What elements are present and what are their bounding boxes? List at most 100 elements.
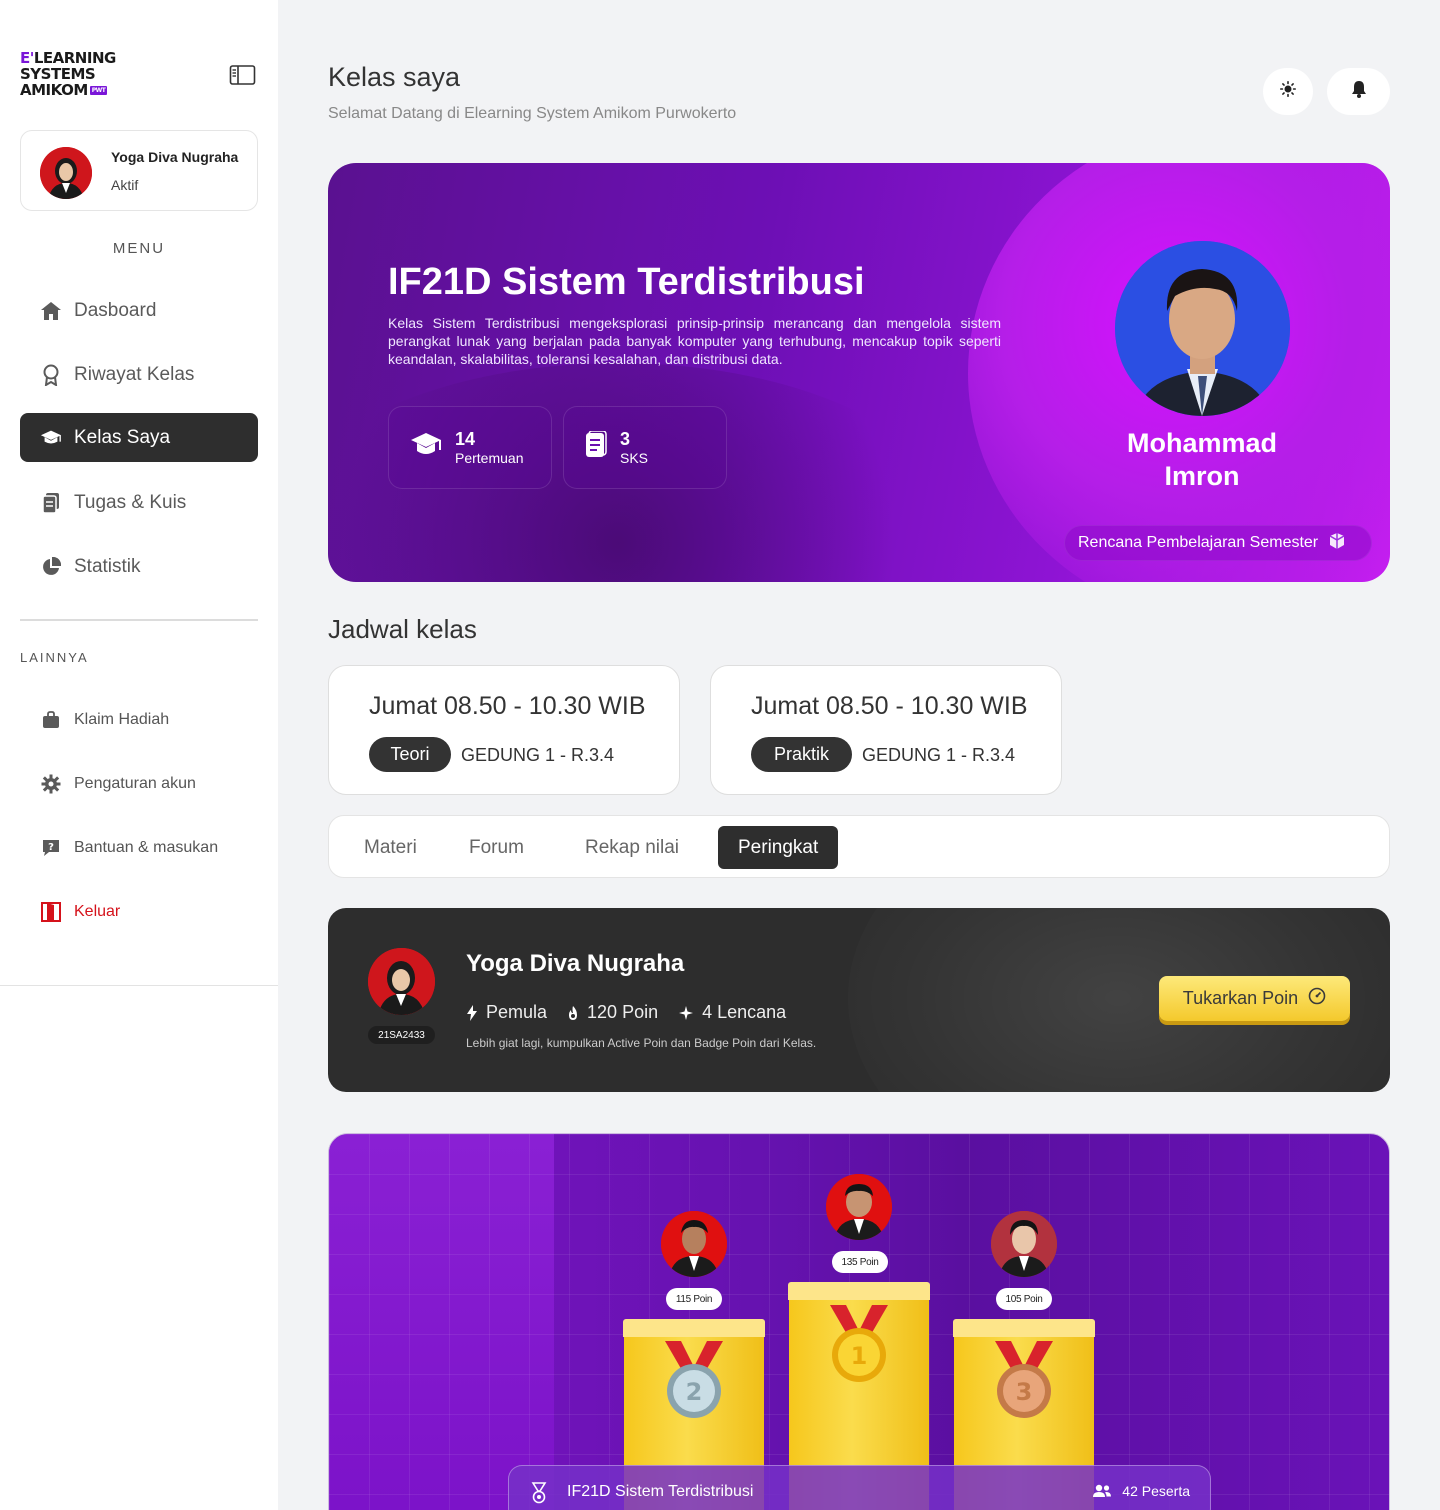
meetings-label: Pertemuan bbox=[455, 450, 524, 466]
trophy-medal-icon bbox=[531, 1482, 547, 1509]
svg-text:1: 1 bbox=[851, 1342, 868, 1370]
schedule-card: Jumat 08.50 - 10.30 WIB Teori GEDUNG 1 -… bbox=[328, 665, 680, 795]
home-icon bbox=[40, 300, 62, 322]
course-hero-card: IF21D Sistem Terdistribusi Kelas Sistem … bbox=[328, 163, 1390, 582]
badges-stat: 4 Lencana bbox=[678, 1002, 786, 1023]
rps-button[interactable]: Rencana Pembelajaran Semester bbox=[1064, 525, 1372, 561]
profile-card[interactable]: Yoga Diva Nugraha Aktif bbox=[20, 130, 258, 211]
points-stats: Pemula 120 Poin 4 Lencana bbox=[466, 1002, 786, 1023]
page-title: Kelas saya bbox=[328, 62, 461, 92]
schedule-room: GEDUNG 1 - R.3.4 bbox=[862, 745, 1016, 765]
page-subtitle: Selamat Datang di Elearning System Amiko… bbox=[328, 105, 737, 122]
sidebar-item-label: Keluar bbox=[74, 902, 121, 920]
bronze-medal-icon: 3 bbox=[995, 1341, 1053, 1418]
sidebar-item-pengaturan-akun[interactable]: Pengaturan akun bbox=[20, 759, 258, 808]
sidebar-item-statistik[interactable]: Statistik bbox=[20, 542, 258, 591]
rank-2-avatar[interactable] bbox=[661, 1211, 727, 1277]
cube-icon bbox=[1328, 532, 1346, 555]
svg-text:?: ? bbox=[48, 842, 54, 853]
sparkle-icon bbox=[679, 1005, 694, 1020]
schedule-type-badge[interactable]: Praktik bbox=[751, 737, 852, 772]
sidebar-item-label: Kelas Saya bbox=[74, 426, 171, 448]
sun-icon bbox=[1280, 81, 1296, 102]
schedule-room: GEDUNG 1 - R.3.4 bbox=[461, 745, 615, 765]
schedule-time: Jumat 08.50 - 10.30 WIB bbox=[751, 692, 1028, 720]
award-icon bbox=[40, 364, 62, 386]
profile-name: Yoga Diva Nugraha bbox=[111, 149, 239, 165]
sidebar-item-bantuan-masukan[interactable]: ? Bantuan & masukan bbox=[20, 823, 258, 872]
sidebar-item-dasboard[interactable]: Dasboard bbox=[20, 286, 258, 335]
rank-2-points: 115 Poin bbox=[666, 1288, 722, 1310]
book-icon bbox=[584, 430, 608, 464]
app-logo[interactable]: E'LEARNING SYSTEMS AMIKOM PWT bbox=[20, 50, 116, 98]
menu-section-title: MENU bbox=[112, 240, 166, 257]
bell-icon bbox=[1351, 80, 1367, 103]
sidebar-item-klaim-hadiah[interactable]: Klaim Hadiah bbox=[20, 695, 258, 744]
course-tabs: Materi Forum Rekap nilai Peringkat bbox=[328, 815, 1390, 878]
sidebar-item-label: Statistik bbox=[74, 555, 141, 577]
sidebar-item-label: Riwayat Kelas bbox=[74, 363, 195, 385]
logout-door-icon bbox=[40, 901, 62, 923]
avatar bbox=[40, 147, 92, 199]
users-icon bbox=[1093, 1484, 1112, 1497]
tab-rekap-nilai[interactable]: Rekap nilai bbox=[585, 826, 679, 869]
sidebar-item-riwayat-kelas[interactable]: Riwayat Kelas bbox=[20, 350, 258, 399]
avatar bbox=[368, 948, 435, 1015]
sidebar-item-label: Pengaturan akun bbox=[74, 774, 196, 792]
gold-medal-icon: 1 bbox=[830, 1305, 888, 1382]
svg-text:3: 3 bbox=[1016, 1378, 1033, 1406]
documents-icon bbox=[40, 492, 62, 514]
meetings-count: 14 bbox=[455, 429, 476, 449]
sidebar-toggle-icon[interactable] bbox=[229, 64, 256, 86]
other-section-title: LAINNYA bbox=[20, 650, 89, 665]
fire-icon bbox=[569, 1005, 578, 1020]
svg-text:2: 2 bbox=[686, 1378, 703, 1406]
sidebar-bottom-divider bbox=[0, 985, 278, 986]
points-note: Lebih giat lagi, kumpulkan Active Poin d… bbox=[466, 1036, 817, 1050]
sidebar-item-kelas-saya[interactable]: Kelas Saya bbox=[20, 413, 258, 462]
sks-label: SKS bbox=[620, 450, 649, 466]
graduation-cap-icon bbox=[409, 430, 443, 465]
notifications-button[interactable] bbox=[1327, 68, 1390, 115]
tab-forum[interactable]: Forum bbox=[469, 826, 524, 869]
schedule-time: Jumat 08.50 - 10.30 WIB bbox=[369, 692, 646, 720]
gear-icon bbox=[40, 773, 62, 795]
course-title: IF21D Sistem Terdistribusi bbox=[388, 261, 865, 303]
graduation-cap-icon bbox=[40, 427, 62, 449]
leaderboard-class-bar[interactable]: IF21D Sistem Terdistribusi 42 Peserta bbox=[508, 1465, 1211, 1510]
course-description: Kelas Sistem Terdistribusi mengeksploras… bbox=[388, 315, 1001, 367]
tab-peringkat[interactable]: Peringkat bbox=[718, 826, 839, 869]
pie-chart-icon bbox=[40, 556, 62, 578]
theme-toggle-button[interactable] bbox=[1263, 68, 1313, 115]
lecturer-photo bbox=[1115, 241, 1290, 416]
participants-count: 42 Peserta bbox=[1092, 1483, 1190, 1499]
rank-3-points: 105 Poin bbox=[996, 1288, 1052, 1310]
meetings-stat: 14 Pertemuan bbox=[388, 406, 552, 489]
student-id-badge: 21SA2433 bbox=[368, 1026, 435, 1044]
sks-count: 3 bbox=[620, 429, 631, 449]
redeem-points-button[interactable]: Tukarkan Poin bbox=[1159, 976, 1350, 1021]
gauge-icon bbox=[1308, 987, 1326, 1010]
rank-1-avatar[interactable] bbox=[826, 1174, 892, 1240]
sidebar-item-label: Klaim Hadiah bbox=[74, 710, 170, 728]
rank-3-avatar[interactable] bbox=[991, 1211, 1057, 1277]
lecturer-name: Mohammad Imron bbox=[1126, 428, 1278, 491]
tab-materi[interactable]: Materi bbox=[364, 826, 417, 869]
schedule-type-badge[interactable]: Teori bbox=[369, 737, 451, 772]
schedule-title: Jadwal kelas bbox=[328, 614, 477, 644]
rank-1-points: 135 Poin bbox=[832, 1251, 888, 1273]
user-points-card: 21SA2433 Yoga Diva Nugraha Pemula 120 Po… bbox=[328, 908, 1390, 1092]
lightning-icon bbox=[467, 1004, 477, 1021]
bag-icon bbox=[40, 709, 62, 731]
leaderboard-podium: 135 Poin 115 Poin 105 Poin 2 1 3 IF21D S… bbox=[328, 1133, 1390, 1510]
level-stat: Pemula bbox=[466, 1002, 547, 1023]
help-chat-icon: ? bbox=[40, 837, 62, 859]
sks-stat: 3 SKS bbox=[563, 406, 727, 489]
leaderboard-class-name: IF21D Sistem Terdistribusi bbox=[567, 1483, 754, 1500]
sidebar-item-keluar[interactable]: Keluar bbox=[20, 887, 258, 936]
schedule-card: Jumat 08.50 - 10.30 WIB Praktik GEDUNG 1… bbox=[710, 665, 1062, 795]
points-stat: 120 Poin bbox=[567, 1002, 658, 1023]
sidebar-divider bbox=[20, 619, 258, 621]
sidebar-item-label: Dasboard bbox=[74, 299, 157, 321]
sidebar-item-tugas-kuis[interactable]: Tugas & Kuis bbox=[20, 478, 258, 527]
